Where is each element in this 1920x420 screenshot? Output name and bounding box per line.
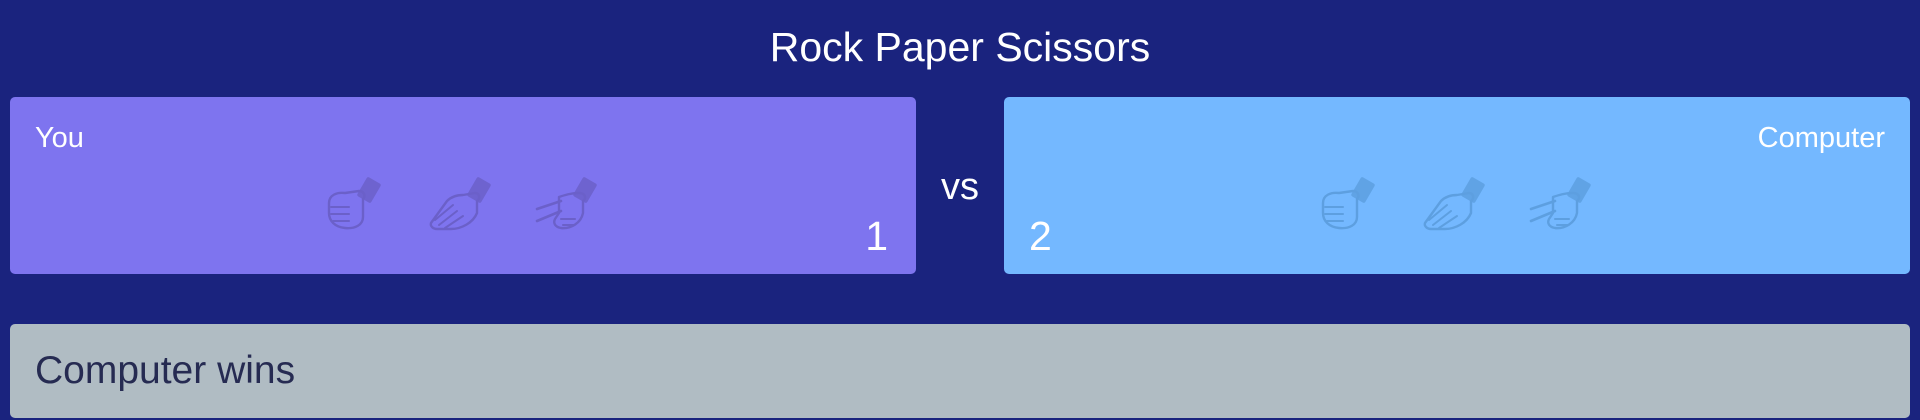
player-choices xyxy=(10,173,916,233)
rock-hand-icon xyxy=(1313,173,1389,233)
player-label: You xyxy=(35,122,84,154)
player-score: 1 xyxy=(865,213,888,259)
scissors-hand-icon[interactable] xyxy=(531,173,607,233)
result-banner: Computer wins xyxy=(10,324,1910,418)
computer-choices xyxy=(1004,173,1910,233)
computer-score: 2 xyxy=(1029,213,1052,259)
vs-label: vs xyxy=(941,166,979,208)
computer-label: Computer xyxy=(1757,122,1885,154)
player-panel: You 1 xyxy=(10,97,916,274)
rock-hand-icon[interactable] xyxy=(319,173,395,233)
scissors-hand-icon xyxy=(1525,173,1601,233)
computer-panel: Computer 2 xyxy=(1004,97,1910,274)
paper-hand-icon[interactable] xyxy=(425,173,501,233)
game-title: Rock Paper Scissors xyxy=(769,24,1151,70)
paper-hand-icon xyxy=(1419,173,1495,233)
